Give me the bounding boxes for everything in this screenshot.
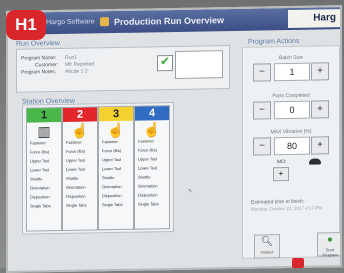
title-bar: Hargo Software Production Run Overview H… — [8, 7, 340, 35]
start-program-button[interactable]: ● Start Program — [317, 232, 342, 258]
customer-label: Customer: — [35, 62, 59, 69]
inspect-label: Inspect — [260, 249, 274, 255]
overview-panel: Program Name: Run1 Customer: Mfr Reporte… — [16, 45, 230, 93]
monitor-screen: Hargo Software Production Run Overview H… — [6, 5, 342, 273]
batch-size-label: Batch Size — [279, 54, 303, 62]
station-field-value — [30, 208, 61, 213]
batch-size-decrement-button[interactable]: − — [253, 63, 271, 82]
program-name-label: Program Name: — [21, 55, 57, 62]
hand-icon: ☝ — [71, 122, 89, 139]
program-name-value[interactable]: Run1 — [65, 55, 77, 61]
hand-icon: ☝ — [107, 121, 125, 139]
checkmark-icon: ✔ — [160, 54, 171, 69]
station-column-1[interactable]: 1 ▥ Fastener Force (lbs) Upper Tool Lower … — [26, 106, 62, 232]
station-field-value — [102, 207, 133, 212]
magnifier-icon: 🔍︎ — [260, 236, 274, 248]
estimated-time-label: Estimated time to finish: — [251, 198, 305, 206]
overview-label: Run Overview — [16, 39, 60, 48]
confirm-checkbox[interactable]: ✔ — [157, 54, 173, 72]
app-name: Hargo Software — [46, 18, 95, 27]
hat-icon — [309, 158, 321, 165]
preview-box — [175, 50, 223, 79]
brand-logo: Harg — [288, 9, 340, 29]
station-number: 4 — [135, 106, 169, 121]
station-number: 2 — [63, 107, 97, 122]
station-column-4[interactable]: 4 ☝ Fastener Force (lbs) Upper Tool Lower … — [134, 105, 170, 230]
parts-completed-stepper: − 0 + — [253, 100, 329, 120]
program-actions-panel: Batch Size − 1 + Parts Completed − 0 + M… — [242, 45, 342, 259]
inspect-button[interactable]: 🔍︎ Inspect — [254, 234, 280, 259]
mo-add-button[interactable]: + — [273, 166, 289, 182]
batch-size-value[interactable]: 1 — [274, 62, 310, 82]
h1-badge: H1 — [6, 10, 46, 40]
red-marker — [292, 258, 304, 268]
station-number: 1 — [27, 107, 61, 123]
max-vibration-increment-button[interactable]: + — [311, 136, 329, 155]
program-notes-label: Program Notes: — [21, 69, 57, 76]
max-vibration-label: MAX Vibration (%) — [270, 128, 312, 136]
window-icon — [100, 17, 109, 27]
station-overview-panel: 1 ▥ Fastener Force (lbs) Upper Tool Lower … — [22, 102, 174, 235]
parts-completed-decrement-button[interactable]: − — [253, 101, 271, 120]
parts-completed-increment-button[interactable]: + — [311, 100, 329, 119]
batch-size-increment-button[interactable]: + — [311, 62, 329, 81]
parts-completed-value[interactable]: 0 — [274, 100, 310, 120]
hand-icon: ☝ — [143, 121, 161, 138]
start-icon: ● — [326, 234, 334, 246]
max-vibration-stepper: − 80 + — [253, 136, 329, 156]
station-column-2[interactable]: 2 ☝ Fastener Force (lbs) Upper Tool Lower … — [62, 106, 98, 231]
station-field-value — [138, 206, 169, 211]
customer-value[interactable]: Mfr Reported — [65, 61, 94, 68]
program-actions-label: Program Actions — [248, 37, 300, 46]
program-notes-value[interactable]: Abcde 1 2 — [65, 69, 88, 75]
station-number: 3 — [99, 106, 133, 122]
mo-label: MO: — [277, 159, 287, 166]
station-column-3[interactable]: 3 ☝ Fastener Force (lbs) Upper Tool Lower … — [98, 105, 134, 231]
estimated-time-value: Monday, October 21, 2017 4:17 PM — [251, 205, 322, 212]
start-program-label: Start Program — [322, 247, 338, 258]
mouse-cursor-icon: ↖ — [188, 188, 194, 195]
max-vibration-value[interactable]: 80 — [274, 136, 310, 156]
station-field-value — [66, 207, 97, 212]
batch-size-stepper: − 1 + — [253, 62, 329, 82]
max-vibration-decrement-button[interactable]: − — [253, 137, 271, 156]
parts-completed-label: Parts Completed — [272, 92, 310, 100]
machine-icon: ▥ — [37, 123, 51, 140]
window-title: Production Run Overview — [114, 15, 225, 28]
